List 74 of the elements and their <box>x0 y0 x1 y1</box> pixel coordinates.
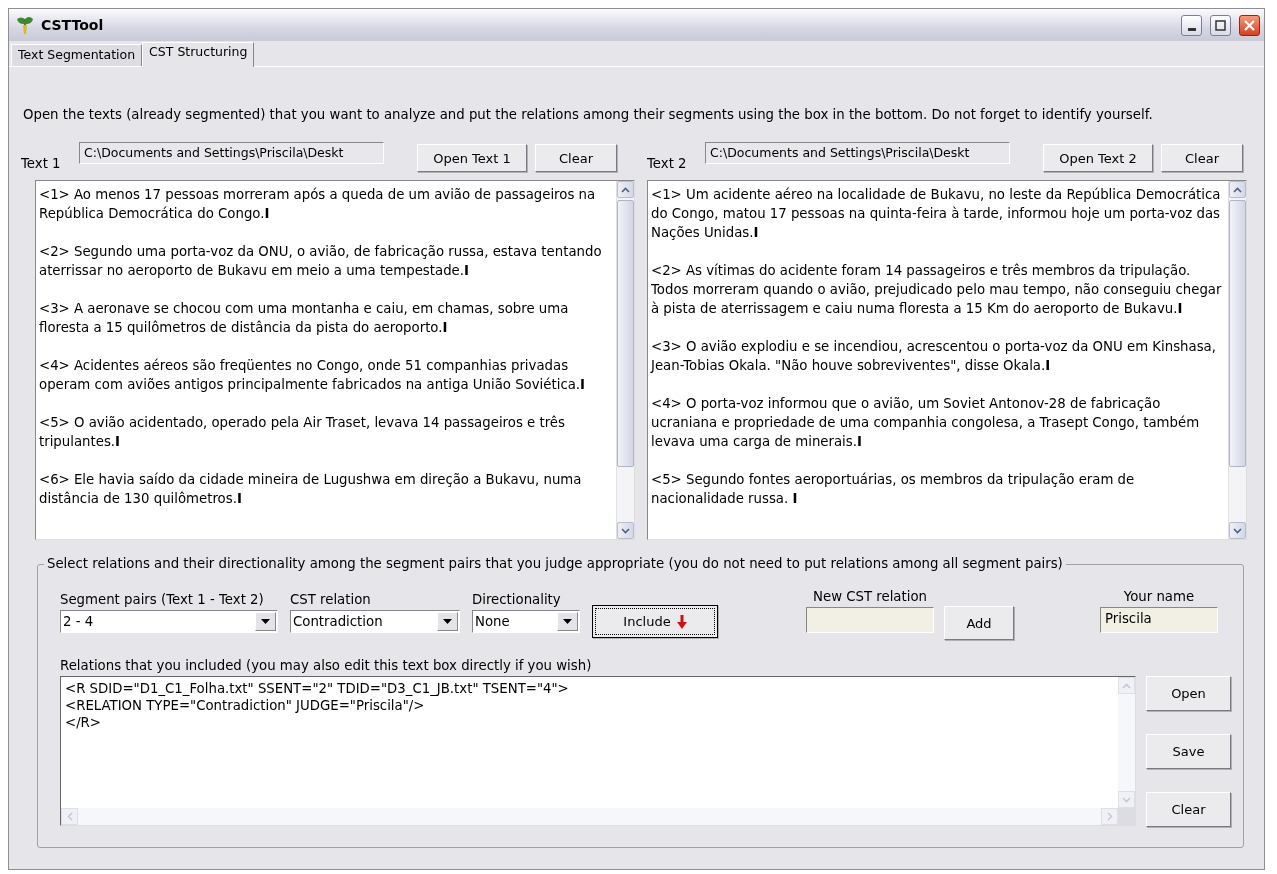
segment-text: <4> Acidentes aéreos são freqüentes no Congo, onde 51 companhias privadas operam com aviões antigos principalmente fabricados na antiga União Soviética.I <box>39 357 587 394</box>
scroll-thumb[interactable] <box>617 200 634 467</box>
text-area[interactable] <box>35 180 635 540</box>
field-label: Text 2 <box>647 156 688 171</box>
file-path-field[interactable]: C:\Documents and Settings\Priscila\Deskt <box>705 142 1010 164</box>
new-relation-field[interactable] <box>806 607 934 633</box>
tab[interactable]: Text Segmentation <box>11 44 143 66</box>
file-path-field[interactable]: C:\Documents and Settings\Priscila\Deskt <box>79 142 384 164</box>
minimize-icon <box>1187 27 1196 31</box>
field-label: Segment pairs (Text 1 - Text 2) <box>60 592 265 607</box>
segment-text: <3> A aeronave se chocou com uma montanha e caiu, em chamas, sobre uma floresta a 15 quilômetros de distância da pista do aeroporto.I <box>39 300 570 337</box>
segment-text: <6> Ele havia saído da cidade mineira de Lugushwa em direção a Bukavu, numa distância de 130 quilômetros.I <box>39 471 583 508</box>
vertical-scrollbar[interactable] <box>616 181 634 539</box>
segment-text: <1> Um acidente aéreo na localidade de Bukavu, no leste da República Democrática do Congo, matou 17 pessoas na quinta-feira à tarde, informou hoje um porta-voz das Nações Unidas.I <box>651 186 1222 242</box>
scroll-down-button[interactable] <box>617 522 634 539</box>
caret-up-icon <box>621 186 630 193</box>
field-label: Text 1 <box>21 156 62 171</box>
close-button[interactable] <box>1239 14 1260 36</box>
segment-text: <5> O avião acidentado, operado pela Air Traset, levava 14 passageiros e três tripulantes.I <box>39 414 566 451</box>
field-label: New CST relation <box>813 589 927 604</box>
caret-down-icon <box>1122 796 1131 803</box>
caret-right-icon <box>1106 812 1113 821</box>
include-button[interactable]: Include <box>592 605 718 638</box>
add-button[interactable]: Add <box>944 606 1014 640</box>
scroll-thumb[interactable] <box>1229 200 1246 467</box>
relations-text-field[interactable]: <R SDID="D1_C1_Folha.txt" SSENT="2" TDID="D3_C1_JB.txt" TSENT="4"> <RELATION TYPE="Contradiction" JUDGE="Priscila"/> </R> <box>60 676 1136 826</box>
scroll-up-button[interactable] <box>617 181 634 198</box>
segment-pairs-dropdown[interactable]: 2 - 4 <box>60 610 278 633</box>
field-label: Your name <box>1123 589 1195 604</box>
arrow-down-icon <box>676 614 687 629</box>
action-button[interactable]: Open <box>1146 676 1231 711</box>
text-line: <R SDID="D1_C1_Folha.txt" SSENT="2" TDID="D3_C1_JB.txt" TSENT="4"> <box>65 680 570 697</box>
open-text-button[interactable]: Open Text 1 <box>417 144 527 172</box>
caret-icon <box>443 619 452 624</box>
segment-text: <2> Segundo uma porta-voz da ONU, o avião, de fabricação russa, estava tentando aterrissar no aeroporto de Bukavu em meio a uma tempestade.I <box>39 243 603 280</box>
scroll-up-button[interactable] <box>1229 181 1246 198</box>
name-field[interactable]: Priscila <box>1100 607 1218 633</box>
caret-icon <box>563 619 572 624</box>
caret-up-icon <box>1233 186 1242 193</box>
segment-text: <3> O avião explodiu e se incendiou, acrescentou o porta-voz da ONU em Kinshasa, Jean-Tobias Okala. "Não houve sobreviventes", disse Okala.I <box>651 338 1217 375</box>
text-area[interactable] <box>647 180 1247 540</box>
app-icon <box>15 15 35 35</box>
segment-text: <1> Ao menos 17 pessoas morreram após a queda de um avião de passageiros na República Democrática do Congo.I <box>39 186 597 223</box>
clear-button[interactable]: Clear <box>1161 144 1243 172</box>
window-title: CSTTool <box>41 17 105 33</box>
vertical-scrollbar[interactable] <box>1228 181 1246 539</box>
segment-text: <4> O porta-voz informou que o avião, um Soviet Antonov-28 de fabricação ucraniana e propriedade de uma companhia congolesa, a Trasept Congo, também levava uma carga de minerais.I <box>651 395 1201 451</box>
caret-up-icon <box>1122 682 1131 689</box>
scrollbar-corner <box>1118 808 1135 825</box>
action-button[interactable]: Clear <box>1146 792 1231 827</box>
relation-dropdown[interactable]: Contradiction <box>290 610 460 633</box>
action-button[interactable]: Save <box>1146 734 1231 769</box>
close-icon <box>1244 19 1255 31</box>
segment-text: <2> As vítimas do acidente foram 14 passageiros e três membros da tripulação. Todos morreram quando o avião, prejudicado pelo mau tempo, não conseguiu chegar à pista de aterrissagem e caiu numa floresta a 15 Km do aeroporto de Bukavu.I <box>651 262 1223 318</box>
scroll-down-button[interactable] <box>1229 522 1246 539</box>
text-line: </R> <box>65 714 102 731</box>
caret-down-icon <box>1233 527 1242 534</box>
caret-left-icon <box>66 812 73 821</box>
maximize-icon <box>1215 19 1226 31</box>
directionality-dropdown[interactable]: None <box>472 610 580 633</box>
caret-down-icon <box>621 527 630 534</box>
group-legend: Select relations and their directionality among the segment pairs that you judge appropriate (you do not need to put relations among all segment pairs) <box>44 556 1066 571</box>
minimize-button[interactable] <box>1181 14 1202 36</box>
field-label: Relations that you included (you may also edit this text box directly if you wish) <box>60 658 593 673</box>
clear-button[interactable]: Clear <box>535 144 617 172</box>
maximize-button[interactable] <box>1210 14 1231 36</box>
text-line: <RELATION TYPE="Contradiction" JUDGE="Priscila"/> <box>65 697 426 714</box>
open-text-button[interactable]: Open Text 2 <box>1043 144 1153 172</box>
caret-icon <box>261 619 270 624</box>
tab[interactable]: CST Structuring <box>142 42 255 67</box>
instruction-text: Open the texts (already segmented) that you want to analyze and put the relations among their segments using the box in the bottom. Do not forget to identify yourself. <box>23 107 1154 122</box>
field-label: CST relation <box>290 592 372 607</box>
segment-text: <5> Segundo fontes aeroportuárias, os membros da tripulação eram de nacionalidade russa. I <box>651 471 1136 508</box>
field-label: Directionality <box>472 592 562 607</box>
